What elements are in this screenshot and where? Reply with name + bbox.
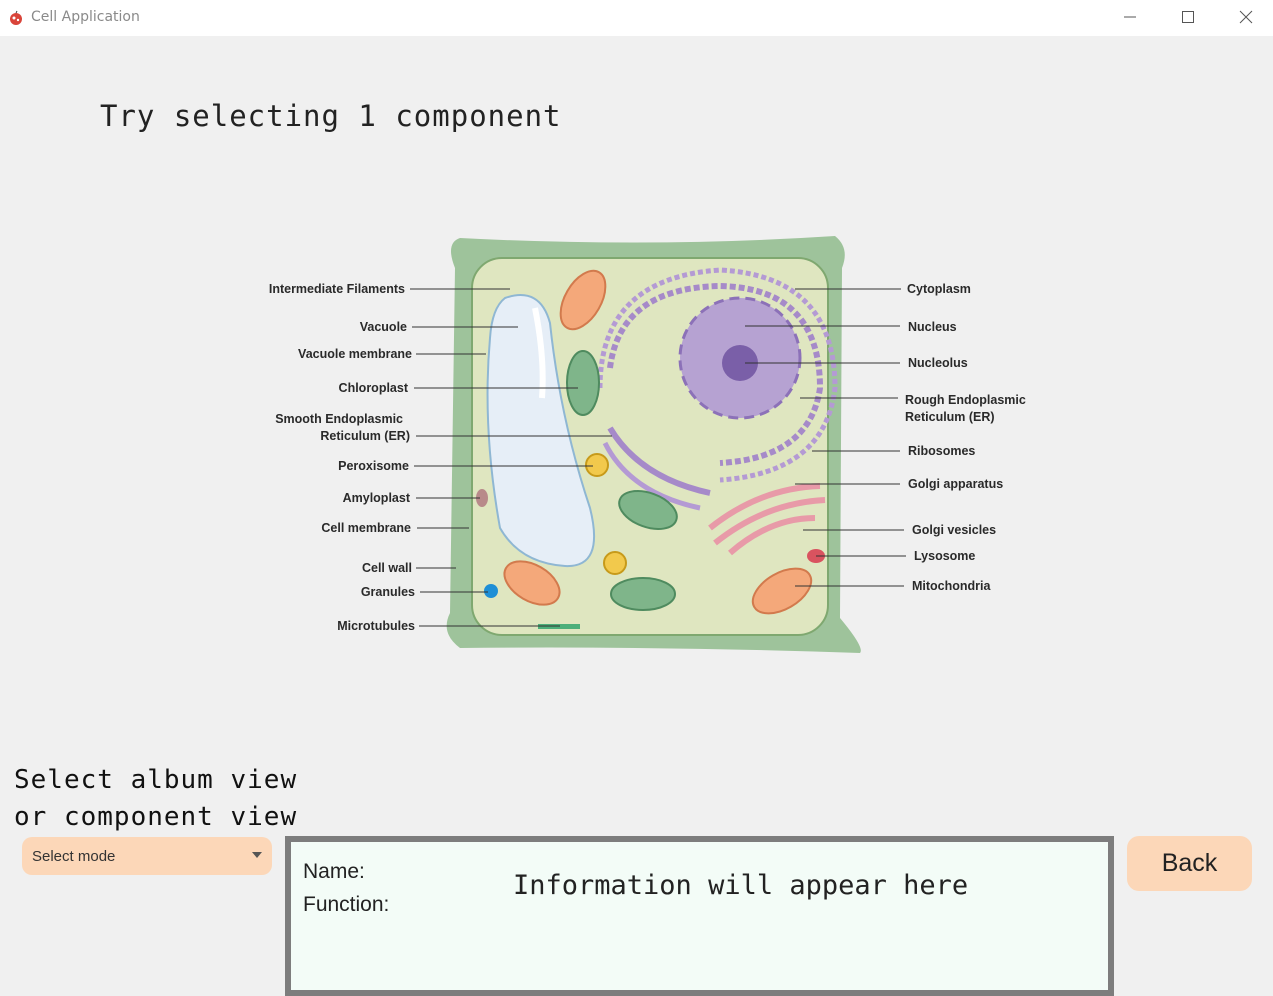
label-vacuole[interactable]: Vacuole [360,320,407,334]
label-cell-membrane[interactable]: Cell membrane [321,521,411,535]
label-rough-er-line2[interactable]: Reticulum (ER) [905,410,995,424]
maximize-button[interactable] [1159,0,1217,34]
label-amyloplast[interactable]: Amyloplast [343,491,411,505]
plant-cell-diagram[interactable]: Intermediate Filaments Vacuole Vacuole m… [260,228,1040,668]
label-intermediate-filaments[interactable]: Intermediate Filaments [269,282,405,296]
label-granules[interactable]: Granules [361,585,415,599]
label-golgi-apparatus[interactable]: Golgi apparatus [908,477,1003,491]
back-button[interactable]: Back [1127,836,1252,891]
maximize-icon [1182,11,1194,23]
label-mitochondria[interactable]: Mitochondria [912,579,992,593]
minimize-button[interactable] [1101,0,1159,34]
minimize-icon [1124,16,1136,18]
label-vacuole-membrane[interactable]: Vacuole membrane [298,347,412,361]
mode-instructions-line1: Select album view [14,765,298,795]
label-nucleus[interactable]: Nucleus [908,320,957,334]
window-title: Cell Application [31,9,140,25]
label-ribosomes[interactable]: Ribosomes [908,444,975,458]
label-smooth-er-line1[interactable]: Smooth Endoplasmic [275,412,403,426]
info-panel: Name: Function: Information will appear … [285,836,1114,996]
label-peroxisome[interactable]: Peroxisome [338,459,409,473]
close-icon [1239,10,1253,24]
close-button[interactable] [1217,0,1273,34]
label-smooth-er-line2[interactable]: Reticulum (ER) [320,429,410,443]
title-bar: Cell Application [0,0,1273,36]
instruction-text: Try selecting 1 component [100,99,562,133]
chevron-down-icon [252,852,262,858]
label-golgi-vesicles[interactable]: Golgi vesicles [912,523,996,537]
label-lysosome[interactable]: Lysosome [914,549,975,563]
label-rough-er-line1[interactable]: Rough Endoplasmic [905,393,1026,407]
cell-app-icon [10,10,22,25]
label-nucleolus[interactable]: Nucleolus [908,356,968,370]
info-name-label: Name: [303,860,365,883]
mode-select-value: Select mode [32,847,116,865]
info-function-label: Function: [303,893,390,916]
mode-instructions-line2: or component view [14,802,298,832]
label-cytoplasm[interactable]: Cytoplasm [907,282,971,296]
label-microtubules[interactable]: Microtubules [337,619,415,633]
label-chloroplast[interactable]: Chloroplast [339,381,409,395]
label-cell-wall[interactable]: Cell wall [362,561,412,575]
mode-select-dropdown[interactable]: Select mode [22,837,272,875]
info-placeholder-text: Information will appear here [513,870,969,901]
mode-instructions: Select album view or component view [14,762,297,836]
